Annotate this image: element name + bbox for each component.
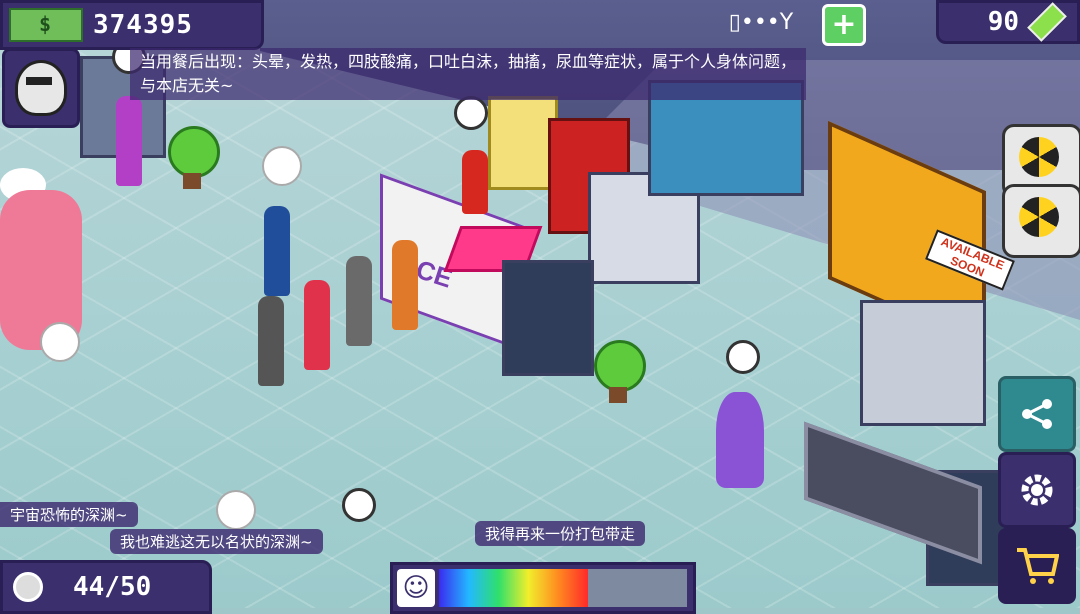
mood-bar [439, 569, 687, 607]
visitor-count: 44/50 [73, 572, 152, 602]
customer[interactable] [346, 256, 372, 346]
add-energy-button[interactable]: + [822, 4, 866, 46]
clock-icon [454, 96, 488, 130]
battery-icon [1027, 2, 1067, 42]
customer[interactable] [392, 240, 418, 330]
announcement-banner: 当用餐后出现：头晕，发热，四肢酸痛，口吐白沫，抽搐，尿血等症状，属于个人身体问题… [130, 48, 806, 100]
energy-value: 90 [987, 7, 1019, 37]
sick-emote-icon [262, 146, 302, 186]
money-icon [9, 8, 83, 42]
mood-bar-fill [439, 569, 588, 607]
cooking-machine[interactable] [502, 260, 594, 376]
customer[interactable] [116, 96, 142, 186]
share-icon [1022, 399, 1052, 429]
clock-icon [726, 340, 760, 374]
mood-meter: ☺ [390, 562, 696, 614]
speech-bubble: 宇宙恐怖的深渊~ [0, 502, 138, 527]
settings-button[interactable] [998, 452, 1076, 528]
visitor-counter[interactable]: 44/50 [0, 560, 212, 614]
purple-monster-customer[interactable] [716, 392, 764, 488]
speech-bubble: 我得再来一份打包带走 [475, 521, 646, 546]
person-icon [13, 572, 43, 602]
kitchen-machine[interactable] [860, 300, 986, 426]
speech-bubble: 我也难逃这无以名状的深渊~ [110, 529, 323, 554]
clock-icon [342, 488, 376, 522]
sick-emote-icon [216, 490, 256, 530]
shop-button[interactable] [998, 528, 1076, 604]
money-display: 374395 [0, 0, 264, 50]
gear-icon [1021, 474, 1053, 506]
plant [168, 126, 220, 189]
plant [594, 340, 646, 403]
energy-display: 90 [936, 0, 1080, 44]
cashier[interactable] [462, 150, 488, 214]
radioactive-barrel-icon [1002, 184, 1080, 258]
manager-face-icon [15, 60, 67, 116]
signal-status: ▯•••Y [728, 9, 794, 35]
shopping-cart-icon [1017, 548, 1059, 584]
share-button[interactable] [998, 376, 1076, 452]
sick-emote-icon [40, 322, 80, 362]
money-value: 374395 [93, 10, 193, 40]
customer[interactable] [258, 296, 284, 386]
manager-avatar-button[interactable] [2, 48, 80, 128]
happy-face-icon: ☺ [397, 569, 435, 607]
customer[interactable] [264, 206, 290, 296]
customer[interactable] [304, 280, 330, 370]
